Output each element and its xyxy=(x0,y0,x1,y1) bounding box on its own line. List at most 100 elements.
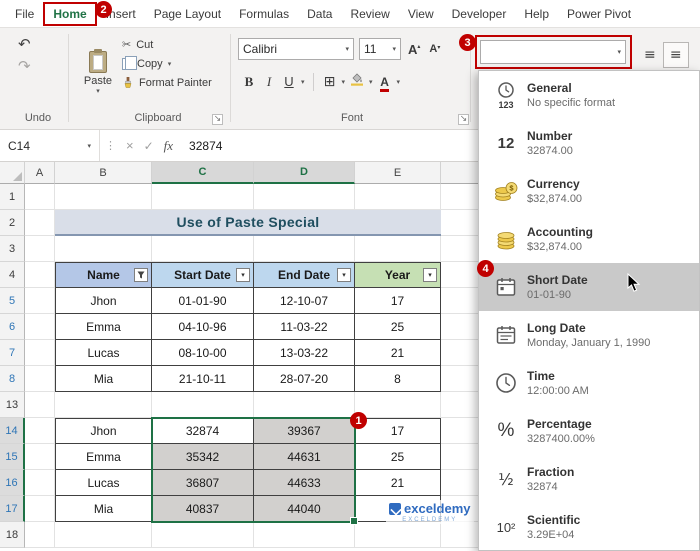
row-header[interactable]: 18 xyxy=(0,522,25,548)
format-option-general[interactable]: 123 General No specific format xyxy=(479,71,699,119)
cell[interactable] xyxy=(254,184,355,210)
cell[interactable] xyxy=(55,522,152,548)
filter-button[interactable]: ▾ xyxy=(423,268,437,282)
cell[interactable]: 40837 xyxy=(152,496,254,522)
cell[interactable]: 21-10-11 xyxy=(152,366,254,392)
cell[interactable]: 8 xyxy=(355,366,441,392)
format-option-long-date[interactable]: Long Date Monday, January 1, 1990 xyxy=(479,311,699,359)
cell[interactable]: 39367 xyxy=(254,418,355,444)
format-option-number[interactable]: 12 Number 32874.00 xyxy=(479,119,699,167)
increase-font-size-button[interactable]: A ▴ xyxy=(406,40,422,59)
number-format-combobox[interactable]: ▾ xyxy=(480,40,626,64)
font-color-button[interactable]: A xyxy=(376,71,394,93)
cell[interactable]: 36807 xyxy=(152,470,254,496)
tab-review[interactable]: Review xyxy=(341,1,398,27)
cell[interactable] xyxy=(25,288,55,314)
row-header[interactable]: 15 xyxy=(0,444,25,470)
cell[interactable]: Emma xyxy=(55,314,152,340)
format-option-scientific[interactable]: 10² Scientific 3.29E+04 xyxy=(479,503,699,550)
filter-button[interactable]: ▾ xyxy=(337,268,351,282)
cell[interactable] xyxy=(254,522,355,548)
active-cell-c14[interactable]: 32874 xyxy=(152,418,254,444)
cell[interactable]: 21 xyxy=(355,470,441,496)
italic-button[interactable]: I xyxy=(260,71,278,93)
cell[interactable]: 13-03-22 xyxy=(254,340,355,366)
cell[interactable]: 17 xyxy=(355,418,441,444)
tab-developer[interactable]: Developer xyxy=(443,1,516,27)
cell[interactable] xyxy=(55,236,152,262)
sheet-title-cell[interactable]: Use of Paste Special xyxy=(55,210,441,236)
chevron-down-icon[interactable]: ▾ xyxy=(342,78,346,86)
tab-view[interactable]: View xyxy=(399,1,443,27)
cell[interactable] xyxy=(355,184,441,210)
undo-icon[interactable]: ↶ xyxy=(18,36,31,52)
cell[interactable] xyxy=(55,392,152,418)
format-as-table-collapsed-icon[interactable]: ≡ xyxy=(662,42,689,68)
row-header[interactable]: 5 xyxy=(0,288,25,314)
cell[interactable] xyxy=(25,262,55,288)
cell[interactable] xyxy=(25,340,55,366)
insert-function-button[interactable]: fx xyxy=(164,138,173,154)
font-size-combobox[interactable]: 11 ▾ xyxy=(359,38,401,60)
select-all-corner[interactable] xyxy=(0,162,25,184)
cell[interactable]: 35342 xyxy=(152,444,254,470)
formula-bar-value[interactable]: 32874 xyxy=(189,139,222,153)
cell[interactable]: 25 xyxy=(355,314,441,340)
cell[interactable] xyxy=(25,210,55,236)
cell[interactable]: Jhon xyxy=(55,288,152,314)
paste-button[interactable]: Paste ▾ xyxy=(78,36,118,108)
tab-power-pivot[interactable]: Power Pivot xyxy=(558,1,640,27)
cell[interactable] xyxy=(25,418,55,444)
cell[interactable]: 25 xyxy=(355,444,441,470)
cell[interactable]: 21 xyxy=(355,340,441,366)
col-header-c[interactable]: C xyxy=(152,162,254,184)
cell[interactable]: 28-07-20 xyxy=(254,366,355,392)
bold-button[interactable]: B xyxy=(240,71,258,93)
row-header[interactable]: 3 xyxy=(0,236,25,262)
cell[interactable]: Lucas xyxy=(55,340,152,366)
format-option-accounting[interactable]: Accounting $32,874.00 xyxy=(479,215,699,263)
cell[interactable] xyxy=(25,314,55,340)
filter-button[interactable] xyxy=(134,268,148,282)
cell[interactable]: 08-10-00 xyxy=(152,340,254,366)
conditional-formatting-collapsed-icon[interactable]: ≡ xyxy=(644,47,656,63)
header-cell-year[interactable]: Year ▾ xyxy=(355,262,441,288)
underline-button[interactable]: U xyxy=(280,71,298,93)
row-header[interactable]: 13 xyxy=(0,392,25,418)
cell[interactable] xyxy=(254,392,355,418)
cell[interactable] xyxy=(355,392,441,418)
header-cell-end-date[interactable]: End Date ▾ xyxy=(254,262,355,288)
font-dialog-launcher[interactable]: ↘ xyxy=(458,114,469,125)
row-header[interactable]: 2 xyxy=(0,210,25,236)
tab-formulas[interactable]: Formulas xyxy=(230,1,298,27)
cell[interactable]: Mia xyxy=(55,366,152,392)
fill-color-button[interactable] xyxy=(348,71,366,93)
borders-button[interactable]: ⊞ xyxy=(321,71,339,93)
col-header-d[interactable]: D xyxy=(254,162,355,184)
row-header[interactable]: 17 xyxy=(0,496,25,522)
format-option-fraction[interactable]: ½ Fraction 32874 xyxy=(479,455,699,503)
tab-home[interactable]: Home xyxy=(43,1,97,26)
tab-file[interactable]: File xyxy=(6,1,43,27)
cell[interactable] xyxy=(25,184,55,210)
cell[interactable]: 01-01-90 xyxy=(152,288,254,314)
cell[interactable] xyxy=(25,444,55,470)
filter-button[interactable]: ▾ xyxy=(236,268,250,282)
cell[interactable] xyxy=(25,522,55,548)
cell[interactable] xyxy=(25,366,55,392)
header-cell-start-date[interactable]: Start Date ▾ xyxy=(152,262,254,288)
cell[interactable]: Lucas xyxy=(55,470,152,496)
tab-data[interactable]: Data xyxy=(298,1,341,27)
cell[interactable]: 44040 xyxy=(254,496,355,522)
cell[interactable] xyxy=(25,496,55,522)
format-option-currency[interactable]: $ Currency $32,874.00 xyxy=(479,167,699,215)
cell[interactable] xyxy=(152,392,254,418)
clipboard-dialog-launcher[interactable]: ↘ xyxy=(212,114,223,125)
tab-help[interactable]: Help xyxy=(515,1,558,27)
cell[interactable]: Emma xyxy=(55,444,152,470)
col-header-a[interactable]: A xyxy=(25,162,55,184)
cell[interactable]: 44633 xyxy=(254,470,355,496)
row-header[interactable]: 14 xyxy=(0,418,25,444)
header-cell-name[interactable]: Name xyxy=(55,262,152,288)
col-header-b[interactable]: B xyxy=(55,162,152,184)
